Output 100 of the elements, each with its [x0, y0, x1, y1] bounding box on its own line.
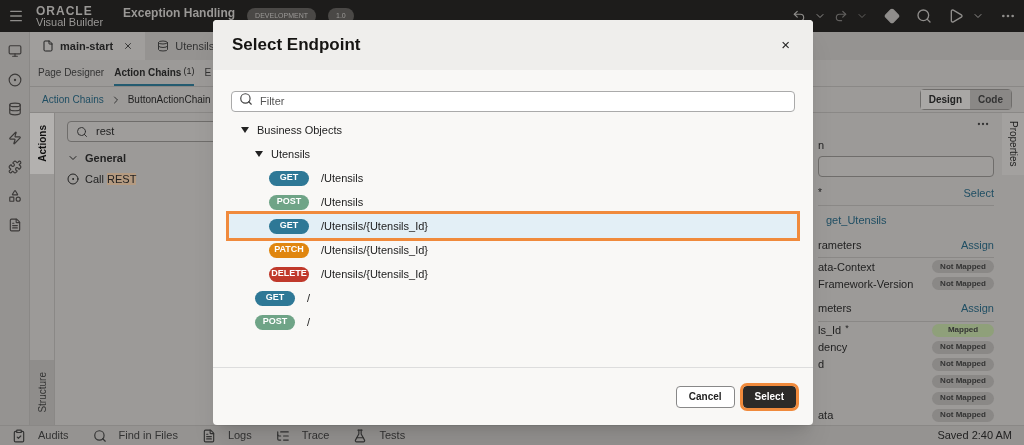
view-toggle[interactable]: Design: [920, 90, 970, 109]
file-tab[interactable]: main-start: [30, 32, 146, 60]
method-badge: PATCH: [269, 242, 309, 258]
redo-icon[interactable]: [834, 9, 848, 23]
save-status: Saved 2:40 AM: [937, 428, 1012, 444]
parameter-name: ata: [818, 408, 834, 423]
breadcrumb-link[interactable]: Action Chains: [42, 92, 104, 107]
view-toggle[interactable]: Code: [970, 90, 1011, 109]
endpoint-row[interactable]: GET /Utensils: [231, 166, 795, 190]
endpoint-link[interactable]: get_Utensils: [818, 212, 994, 229]
lightning-icon[interactable]: [7, 131, 22, 145]
diamond-icon[interactable]: [884, 8, 900, 24]
method-badge: GET: [255, 290, 295, 306]
play-icon[interactable]: [948, 8, 964, 24]
required-marker: *: [818, 186, 822, 201]
method-badge: POST: [269, 194, 309, 210]
monitor-icon[interactable]: [7, 44, 22, 58]
endpoint-row[interactable]: POST /Utensils: [231, 190, 795, 214]
select-button[interactable]: Select: [742, 385, 796, 408]
action-item[interactable]: Call REST: [85, 170, 137, 187]
mapping-badge: Not Mapped: [932, 408, 994, 422]
caret-icon[interactable]: [241, 127, 249, 133]
mapping-badge: Not Mapped: [932, 260, 994, 274]
shapes-icon[interactable]: [7, 189, 22, 203]
assign-link[interactable]: Assign: [960, 236, 994, 253]
endpoint-path: /: [307, 290, 311, 306]
mapping-badge: Not Mapped: [932, 277, 994, 291]
database-icon[interactable]: [7, 102, 22, 116]
select-link[interactable]: Select: [963, 184, 994, 201]
status-bar-item[interactable]: Find in Files: [92, 427, 178, 444]
menu-icon[interactable]: [8, 8, 24, 24]
close-icon[interactable]: [123, 41, 134, 51]
target-icon[interactable]: [7, 73, 22, 87]
method-badge: POST: [255, 314, 295, 330]
status-bar-item[interactable]: Trace: [275, 427, 330, 444]
parameter-name: Framework-Version: [818, 276, 914, 292]
close-button[interactable]: ×: [777, 33, 794, 57]
status-bar-item[interactable]: Audits: [12, 427, 69, 444]
action-icon: [67, 172, 79, 185]
parameter-name: ata-Context: [818, 259, 875, 275]
section-title: meters: [818, 301, 852, 316]
search-icon: [239, 92, 253, 106]
editor-tab[interactable]: E: [204, 60, 212, 86]
mapping-badge: Not Mapped: [932, 391, 994, 405]
input-field[interactable]: [818, 155, 994, 177]
tree-group-label[interactable]: Utensils: [271, 145, 311, 163]
parameter-name: d: [818, 357, 825, 372]
endpoint-path: /Utensils/{Utensils_Id}: [321, 242, 428, 258]
required-marker: *: [845, 322, 849, 335]
endpoint-path: /Utensils: [321, 170, 364, 186]
file-icon: [42, 40, 54, 52]
app-title: Exception Handling: [123, 7, 236, 19]
status-bar-item[interactable]: Logs: [201, 427, 252, 444]
mapping-badge: Not Mapped: [932, 340, 994, 354]
side-tab[interactable]: Structure: [30, 360, 54, 425]
group-label: General: [85, 151, 126, 166]
cancel-button[interactable]: Cancel: [675, 385, 735, 408]
tree-group-label[interactable]: Business Objects: [257, 121, 342, 139]
search-icon: [76, 125, 88, 138]
status-bar-item[interactable]: Tests: [353, 427, 406, 444]
flask-icon: [353, 428, 368, 443]
parameter-name: ls_Id: [818, 323, 842, 338]
list-icon: [275, 428, 290, 443]
undo-icon[interactable]: [792, 9, 806, 23]
endpoint-row[interactable]: PATCH /Utensils/{Utensils_Id}: [231, 238, 795, 262]
search-icon: [92, 428, 107, 443]
filter-field[interactable]: Filter: [231, 90, 795, 112]
brand-subtitle: Visual Builder: [36, 16, 104, 28]
endpoint-row[interactable]: GET /: [231, 286, 795, 310]
breadcrumb-current: ButtonActionChain: [127, 93, 211, 107]
endpoint-row[interactable]: DELETE /Utensils/{Utensils_Id}: [231, 262, 795, 286]
clipboard-icon: [12, 428, 26, 443]
document-icon: [201, 428, 216, 443]
file-tab[interactable]: Utensils: [145, 32, 227, 60]
method-badge: DELETE: [269, 266, 309, 282]
search-icon[interactable]: [916, 8, 932, 24]
side-tab[interactable]: Actions: [30, 113, 54, 174]
method-badge: GET: [269, 218, 309, 234]
document-icon[interactable]: [7, 218, 22, 232]
endpoint-path: /Utensils/{Utensils_Id}: [321, 266, 428, 282]
section-title: rameters: [818, 237, 862, 253]
endpoint-row[interactable]: POST /: [231, 310, 795, 334]
method-badge: GET: [269, 170, 309, 186]
endpoint-row[interactable]: GET /Utensils/{Utensils_Id}: [229, 214, 797, 238]
field-label: n: [818, 138, 826, 153]
endpoint-path: /Utensils/{Utensils_Id}: [321, 218, 428, 234]
mapping-badge: Not Mapped: [932, 357, 994, 371]
properties-tab[interactable]: Properties: [1002, 113, 1024, 175]
dialog-title: Select Endpoint: [232, 34, 361, 57]
assign-link[interactable]: Assign: [960, 300, 994, 317]
editor-tab[interactable]: Action Chains (1): [114, 60, 195, 86]
database-icon: [157, 40, 170, 52]
caret-icon[interactable]: [255, 151, 263, 157]
editor-tab[interactable]: Page Designer: [38, 60, 105, 86]
mapping-badge: Mapped: [932, 323, 994, 337]
endpoint-path: /: [307, 314, 311, 330]
endpoint-path: /Utensils: [321, 194, 364, 210]
mapping-badge: Not Mapped: [932, 374, 994, 388]
brand-logo: ORACLE: [36, 4, 94, 17]
puzzle-icon[interactable]: [7, 160, 22, 174]
